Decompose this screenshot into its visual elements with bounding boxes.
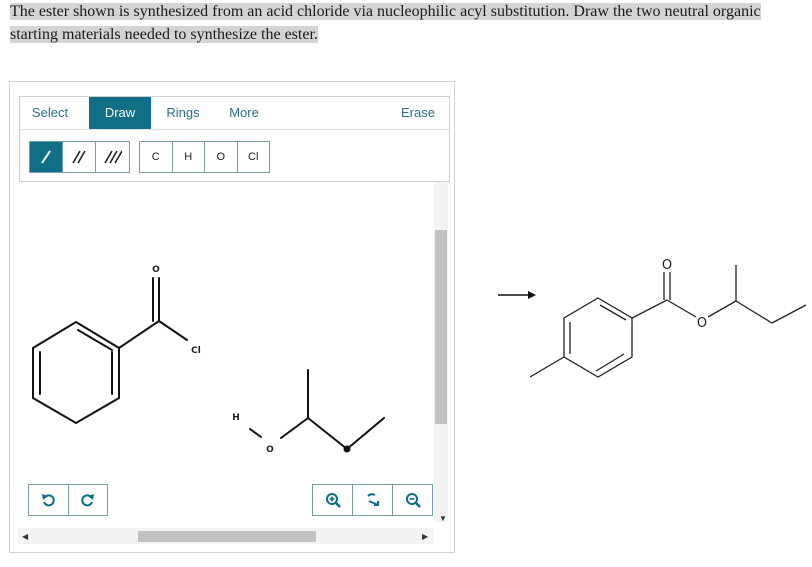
target-methyl-bond: [529, 356, 565, 378]
scroll-down-arrow-icon[interactable]: ▼: [439, 514, 447, 523]
terminal-bond[interactable]: [346, 417, 385, 450]
reset-zoom-icon: [366, 493, 379, 506]
history-group: [28, 484, 108, 516]
zoom-group: [312, 484, 433, 516]
atom-label-hydrogen[interactable]: H: [232, 413, 240, 423]
question-line-1: The ester shown is synthesized from an a…: [10, 3, 761, 20]
target-terminal-bond: [771, 304, 807, 324]
target-reaction: O O: [498, 258, 807, 378]
reset-zoom-button[interactable]: [353, 485, 393, 515]
atom-label-chlorine[interactable]: Cl: [191, 346, 201, 356]
zoom-out-icon: [405, 493, 421, 508]
question-text: The ester shown is synthesized from an a…: [10, 0, 774, 46]
reaction-arrow-head: [528, 291, 536, 299]
target-o-c-bond: [707, 300, 737, 318]
o-c-bond[interactable]: [280, 417, 309, 439]
undo-button[interactable]: [29, 485, 69, 515]
h-o-bond[interactable]: [249, 428, 262, 438]
target-ethyl-bond: [735, 300, 773, 324]
atom-label-alcohol-oxygen[interactable]: O: [266, 445, 274, 455]
atom-label-acyl-oxygen[interactable]: O: [152, 265, 160, 275]
ring-to-carbonyl-bond[interactable]: [118, 320, 160, 349]
question-line-2: starting materials needed to synthesize …: [10, 26, 318, 43]
zoom-in-button[interactable]: [313, 485, 353, 515]
scroll-right-arrow-icon[interactable]: ▶: [422, 532, 428, 541]
redo-icon: [81, 494, 94, 507]
target-ester-oxygen-label: O: [697, 316, 707, 331]
target-ring-inner-bond-3: [595, 353, 625, 372]
c-c-bond[interactable]: [307, 417, 348, 450]
horizontal-scroll-thumb[interactable]: [138, 531, 316, 542]
horizontal-scrollbar[interactable]: [18, 528, 434, 544]
scroll-left-arrow-icon[interactable]: ◀: [22, 532, 28, 541]
selected-atom-dot[interactable]: [343, 445, 351, 453]
vertical-scrollbar[interactable]: [434, 182, 448, 522]
target-carbonyl-o-bond: [666, 299, 697, 318]
carbonyl-to-cl-bond[interactable]: [158, 320, 188, 341]
structure-editor[interactable]: Select Draw Rings More Erase C H O Cl O …: [9, 81, 455, 553]
benzene-ring[interactable]: [32, 320, 120, 425]
zoom-in-icon: [325, 493, 341, 508]
target-ring-carbonyl-bond: [631, 299, 668, 319]
target-carbonyl-oxygen-label: O: [662, 258, 672, 273]
drawing-canvas[interactable]: O Cl H O: [10, 82, 454, 552]
zoom-out-button[interactable]: [393, 485, 432, 515]
target-benzene-ring: [563, 297, 633, 378]
undo-icon: [42, 494, 55, 507]
redo-button[interactable]: [69, 485, 108, 515]
vertical-scroll-thumb[interactable]: [435, 230, 447, 424]
